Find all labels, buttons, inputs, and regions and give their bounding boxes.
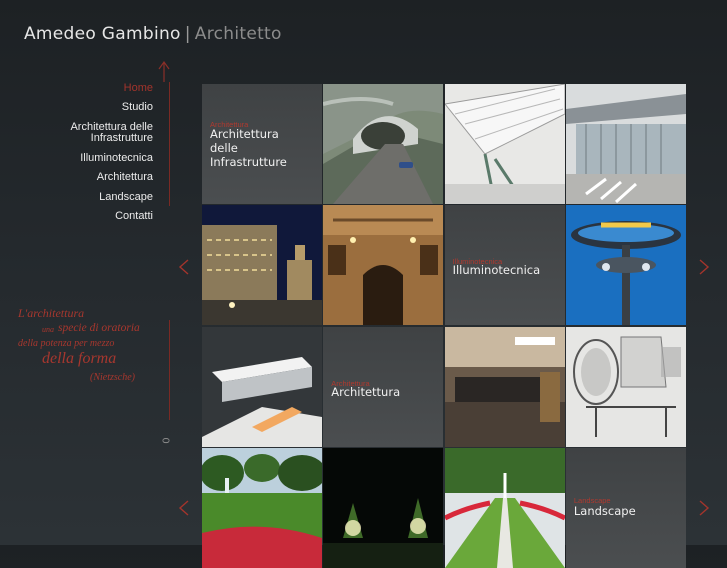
tile-caption-main: Illuminotecnica (452, 263, 541, 278)
title-separator: | (184, 24, 191, 44)
kitchen-interior-render[interactable] (444, 326, 565, 447)
tile-illuminotecnica[interactable]: Illuminotecnica Illuminotecnica (444, 205, 565, 326)
nav-item-studio[interactable]: Studio (122, 101, 153, 114)
tile-caption-main: Landscape (573, 503, 636, 518)
site-title-role: Architetto (194, 24, 282, 44)
gallery-grid: Architettura Architettura delle Infrastr… (202, 84, 686, 568)
nav-item-illuminotecnica[interactable]: Illuminotecnica (80, 152, 153, 165)
palazzo-facade-photo[interactable] (323, 205, 444, 326)
canopy-structure-render[interactable] (444, 84, 565, 204)
nav-item-contatti[interactable]: Contatti (115, 210, 153, 223)
quote-divider-line (169, 320, 170, 420)
tunnel-photo[interactable] (323, 84, 444, 204)
nav-divider-line (169, 82, 170, 206)
tile-caption-line1: Architettura (210, 127, 279, 141)
glass-pavilion-render[interactable] (565, 84, 686, 204)
quote-line-1: L'architettura (18, 306, 85, 320)
night-garden-lights-photo[interactable] (323, 447, 444, 568)
tile-caption-line2: delle (210, 141, 238, 155)
quote-line-4: della forma (42, 350, 117, 367)
quote-line-2b: specie di oratoria (58, 322, 140, 334)
tile-landscape[interactable]: Landscape Landscape (565, 447, 686, 568)
tile-caption-line3: Infrastrutture (210, 155, 287, 169)
tile-architettura[interactable]: Architettura Architettura (323, 326, 444, 447)
tile-caption-main: Architettura (331, 384, 401, 399)
site-title[interactable]: Amedeo Gambino | Architetto (24, 24, 282, 44)
right-arrow-icon[interactable] (698, 500, 710, 516)
tile-architettura-infrastrutture[interactable]: Architettura Architettura delle Infrastr… (202, 84, 322, 204)
quote-line-3: della potenza per mezzo (18, 338, 115, 349)
quote-line-5: (Nietzsche) (90, 372, 135, 383)
scroll-indicator: 0 (161, 437, 173, 444)
white-building-render[interactable] (202, 326, 322, 447)
garden-fountain-photo[interactable] (202, 447, 322, 568)
right-arrow-icon[interactable] (698, 259, 710, 275)
up-arrow-icon[interactable] (157, 60, 171, 82)
nav-item-architettura[interactable]: Architettura (97, 171, 153, 184)
nav-item-infrastrutture-line2[interactable]: Infrastrutture (91, 132, 153, 145)
site-title-name: Amedeo Gambino (24, 24, 181, 44)
lamp-post-photo[interactable] (565, 205, 686, 326)
left-arrow-icon[interactable] (178, 259, 190, 275)
night-piazza-photo[interactable] (202, 205, 322, 326)
interior-sketch-drawing[interactable] (565, 326, 686, 447)
formal-garden-path-photo[interactable] (444, 447, 565, 568)
nav-item-home[interactable]: Home (124, 82, 153, 95)
quote-line-2a: una (42, 325, 54, 334)
left-arrow-icon[interactable] (178, 500, 190, 516)
nav-item-landscape[interactable]: Landscape (99, 191, 153, 204)
